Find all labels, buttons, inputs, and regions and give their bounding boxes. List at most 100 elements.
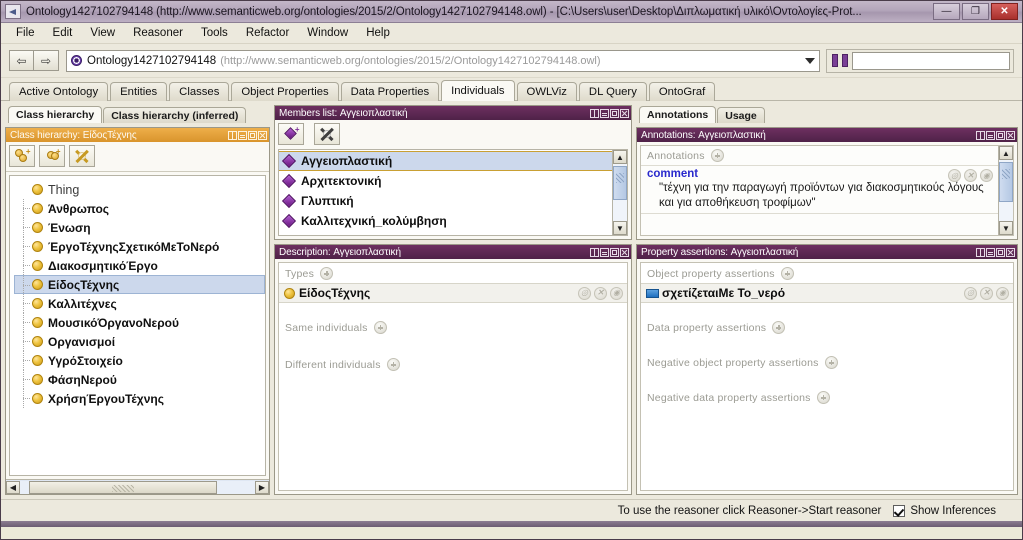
add-individual-button[interactable]: +: [278, 123, 304, 145]
edit-row-button[interactable]: ◎: [948, 169, 961, 182]
delete-row-button[interactable]: ✕: [594, 286, 607, 300]
list-item[interactable]: Γλυπτική: [279, 191, 612, 211]
edit-row-button[interactable]: ◎: [964, 286, 977, 300]
add-object-property-assertion-button[interactable]: [780, 267, 794, 280]
split-view-icon[interactable]: [590, 247, 599, 257]
close-view-icon[interactable]: [620, 247, 629, 257]
tree-node-eidostechnis[interactable]: ΕίδοςΤέχνης: [14, 275, 265, 294]
add-negative-object-property-assertion-button[interactable]: [824, 356, 838, 369]
delete-row-button[interactable]: ✕: [980, 286, 993, 300]
menu-tools[interactable]: Tools: [192, 25, 237, 41]
vscroll-thumb[interactable]: [613, 166, 627, 200]
tree-node-diakosmitiko[interactable]: ΔιακοσμητικόΈργο: [14, 256, 265, 275]
forward-button[interactable]: ⇨: [34, 50, 59, 71]
view-tab-class-hierarchy-inferred[interactable]: Class hierarchy (inferred): [103, 107, 247, 123]
add-same-individual-button[interactable]: [373, 321, 387, 334]
tree-node-enosi[interactable]: Ένωση: [14, 218, 265, 237]
menu-refactor[interactable]: Refactor: [237, 25, 298, 41]
maximize-view-icon[interactable]: [996, 247, 1005, 257]
tab-data-properties[interactable]: Data Properties: [340, 82, 440, 101]
split-view-icon[interactable]: [590, 108, 599, 118]
show-inferences-toggle[interactable]: Show Inferences: [893, 504, 996, 517]
edit-row-button[interactable]: ◎: [578, 286, 591, 300]
tree-node-thing[interactable]: Thing: [14, 180, 265, 199]
view-tab-annotations[interactable]: Annotations: [639, 106, 717, 123]
scroll-up-icon[interactable]: ▲: [999, 146, 1013, 160]
collapse-view-icon[interactable]: [238, 130, 247, 140]
scroll-right-icon[interactable]: ▶: [255, 480, 269, 494]
add-sibling-class-button[interactable]: +: [39, 145, 65, 167]
show-inferences-checkbox[interactable]: [893, 504, 906, 517]
scroll-up-icon[interactable]: ▲: [613, 150, 627, 164]
close-view-icon[interactable]: [258, 130, 267, 140]
view-tab-usage[interactable]: Usage: [717, 107, 765, 123]
split-view-icon[interactable]: [976, 247, 985, 257]
list-item[interactable]: Αγγειοπλαστική: [279, 151, 612, 171]
hscroll-thumb[interactable]: [29, 480, 218, 494]
view-tab-class-hierarchy[interactable]: Class hierarchy: [8, 106, 103, 123]
binoculars-icon[interactable]: [832, 54, 848, 67]
object-property-assertion-row[interactable]: σχετίζεταιΜε Το_νερό ◎ ✕ ◉: [641, 283, 1013, 303]
tree-node-ygrostoicheio[interactable]: ΥγρόΣτοιχείο: [14, 351, 265, 370]
close-button[interactable]: ✕: [991, 3, 1018, 20]
tab-individuals[interactable]: Individuals: [441, 80, 515, 101]
close-view-icon[interactable]: [1006, 130, 1015, 140]
tab-active-ontology[interactable]: Active Ontology: [9, 82, 109, 101]
hscroll-track[interactable]: [20, 480, 255, 494]
vscroll-track[interactable]: [613, 164, 627, 221]
add-type-button[interactable]: [320, 267, 334, 280]
more-row-button[interactable]: ◉: [980, 169, 993, 182]
scroll-left-icon[interactable]: ◀: [6, 480, 20, 494]
tree-node-mousikoorgano[interactable]: ΜουσικόΌργανοΝερού: [14, 313, 265, 332]
menu-edit[interactable]: Edit: [44, 25, 82, 41]
collapse-view-icon[interactable]: [986, 247, 995, 257]
tree-node-kallitechnes[interactable]: Καλλιτέχνες: [14, 294, 265, 313]
add-data-property-assertion-button[interactable]: [772, 321, 786, 334]
collapse-view-icon[interactable]: [600, 108, 609, 118]
tree-node-fasinerou[interactable]: ΦάσηΝερού: [14, 370, 265, 389]
add-annotation-button[interactable]: [710, 149, 724, 162]
members-list-scrollbar[interactable]: ▲ ▼: [612, 150, 627, 235]
close-view-icon[interactable]: [620, 108, 629, 118]
tab-object-properties[interactable]: Object Properties: [231, 82, 339, 101]
maximize-view-icon[interactable]: [996, 130, 1005, 140]
annotation-entry[interactable]: comment "τέχνη για την παραγωγή προϊόντω…: [641, 166, 998, 214]
split-view-icon[interactable]: [228, 130, 237, 140]
tree-node-organismoi[interactable]: Οργανισμοί: [14, 332, 265, 351]
menu-view[interactable]: View: [81, 25, 124, 41]
tab-ontograf[interactable]: OntoGraf: [648, 82, 716, 101]
add-subclass-button[interactable]: +: [9, 145, 35, 167]
maximize-button[interactable]: ❐: [962, 3, 989, 20]
tab-entities[interactable]: Entities: [110, 82, 168, 101]
description-type-row[interactable]: ΕίδοςΤέχνης ◎ ✕ ◉: [279, 283, 627, 303]
menu-reasoner[interactable]: Reasoner: [124, 25, 192, 41]
menu-help[interactable]: Help: [357, 25, 399, 41]
maximize-view-icon[interactable]: [610, 247, 619, 257]
delete-row-button[interactable]: ✕: [964, 169, 977, 182]
add-negative-data-property-assertion-button[interactable]: [816, 391, 830, 404]
menu-window[interactable]: Window: [298, 25, 357, 41]
more-row-button[interactable]: ◉: [996, 286, 1009, 300]
tree-node-chrisiergou[interactable]: ΧρήσηΈργουΤέχνης: [14, 389, 265, 408]
vscroll-thumb[interactable]: [999, 162, 1013, 202]
chevron-down-icon[interactable]: [805, 57, 815, 64]
add-different-individual-button[interactable]: [386, 358, 400, 371]
scroll-down-icon[interactable]: ▼: [999, 221, 1013, 235]
list-item[interactable]: Καλλιτεχνική_κολύμβηση: [279, 211, 612, 231]
more-row-button[interactable]: ◉: [610, 286, 623, 300]
class-tree-hscrollbar[interactable]: ◀ ▶: [6, 479, 269, 494]
members-list[interactable]: Αγγειοπλαστική Αρχιτεκτονική Γλυπτική Κα…: [278, 149, 628, 236]
vscroll-track[interactable]: [999, 160, 1013, 221]
search-input[interactable]: [852, 51, 1010, 70]
ontology-selector[interactable]: Ontology1427102794148 (http://www.semant…: [66, 49, 820, 72]
maximize-view-icon[interactable]: [610, 108, 619, 118]
annotations-scrollbar[interactable]: ▲ ▼: [998, 146, 1013, 235]
maximize-view-icon[interactable]: [248, 130, 257, 140]
close-view-icon[interactable]: [1006, 247, 1015, 257]
tree-node-anthropos[interactable]: Άνθρωπος: [14, 199, 265, 218]
delete-individual-button[interactable]: [314, 123, 340, 145]
tab-dl-query[interactable]: DL Query: [578, 82, 647, 101]
tab-classes[interactable]: Classes: [169, 82, 230, 101]
collapse-view-icon[interactable]: [600, 247, 609, 257]
split-view-icon[interactable]: [976, 130, 985, 140]
